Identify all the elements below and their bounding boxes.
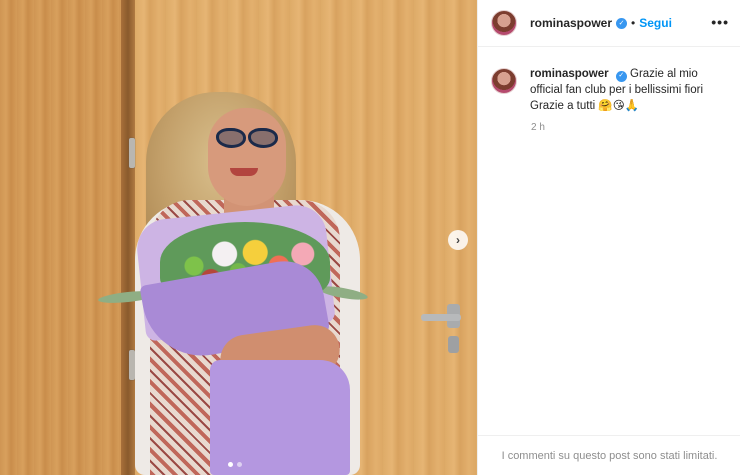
caption-author-avatar[interactable]	[491, 68, 517, 94]
sunglasses-lens-right	[248, 128, 278, 148]
comments-limited-notice: I commenti su questo post sono stati lim…	[478, 435, 740, 475]
author-username[interactable]: rominaspower	[530, 16, 612, 30]
verified-badge-icon: ✓	[616, 17, 628, 29]
chevron-right-icon: ›	[456, 233, 460, 247]
post-photo[interactable]: ›	[0, 0, 477, 475]
smile	[230, 168, 258, 176]
carousel-dot	[237, 462, 242, 467]
caption-author-username[interactable]: rominaspower	[530, 68, 609, 80]
post-side-panel: rominaspower ✓ • Segui ••• rominaspower …	[477, 0, 740, 475]
door-handle	[421, 314, 461, 321]
header-separator: •	[631, 16, 636, 30]
door-gap	[121, 0, 135, 475]
more-horizontal-icon[interactable]: •••	[711, 14, 729, 30]
post-caption: rominaspower ✓ Grazie al mio official fa…	[491, 66, 731, 114]
post-timestamp[interactable]: 2 h	[531, 122, 545, 133]
carousel-dot-active	[228, 462, 233, 467]
caption-body: rominaspower ✓ Grazie al mio official fa…	[530, 66, 731, 114]
door-hinge	[129, 138, 135, 168]
carousel-next-button[interactable]: ›	[448, 230, 468, 250]
sunglasses-lens-left	[216, 128, 246, 148]
verified-badge-icon: ✓	[615, 70, 627, 82]
carousel-indicator	[228, 462, 242, 467]
bouquet-wrap-bottom	[210, 360, 350, 475]
woman-face	[208, 108, 286, 206]
wooden-door-left	[0, 0, 131, 475]
post-header: rominaspower ✓ • Segui •••	[478, 0, 740, 47]
author-avatar[interactable]	[491, 10, 517, 36]
door-lock	[448, 336, 459, 353]
follow-button[interactable]: Segui	[639, 16, 672, 30]
